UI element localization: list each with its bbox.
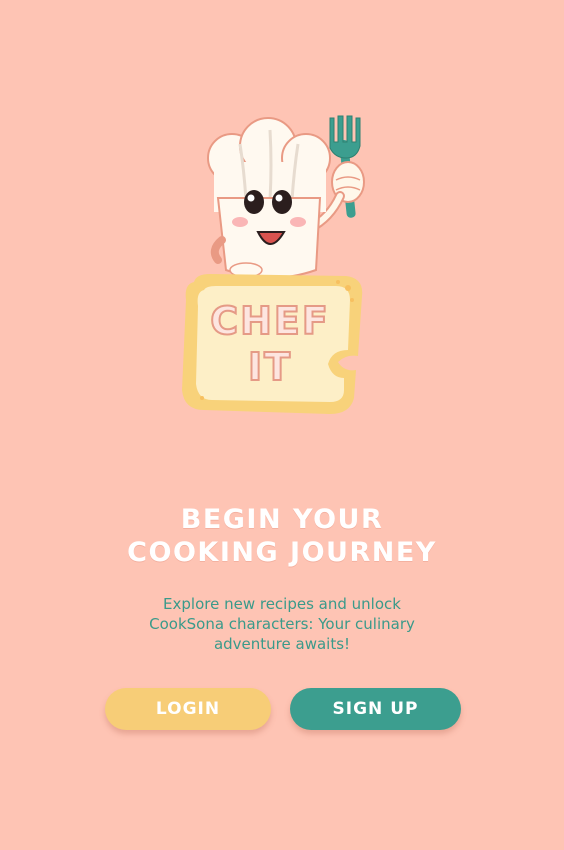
- signup-button[interactable]: SIGN UP: [290, 688, 461, 730]
- headline-line-1: BEGIN YOUR: [180, 504, 384, 535]
- welcome-screen: CHEF IT BEGIN YOUR COOKING JOURNEY Explo…: [0, 0, 564, 850]
- headline-line-2: COOKING JOURNEY: [127, 537, 437, 568]
- logo-text-line1: CHEF: [210, 299, 330, 343]
- page-title: BEGIN YOUR COOKING JOURNEY: [0, 503, 564, 569]
- chef-it-sign: CHEF IT: [182, 274, 363, 414]
- chef-mascot-illustration: CHEF IT: [182, 115, 365, 414]
- login-button[interactable]: LOGIN: [105, 688, 271, 730]
- logo-text-line2: IT: [248, 345, 292, 389]
- page-subtitle: Explore new recipes and unlock CookSona …: [149, 595, 415, 653]
- chef-it-logo: CHEF IT: [170, 110, 390, 430]
